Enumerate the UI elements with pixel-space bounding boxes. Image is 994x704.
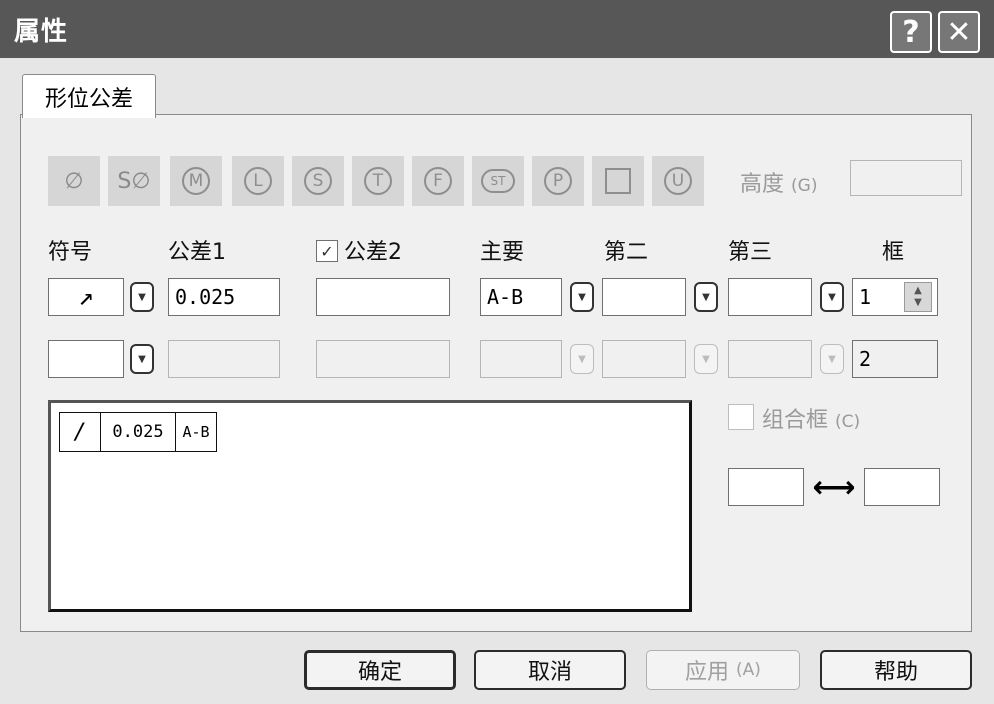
preview-tolerance-cell: 0.025 xyxy=(100,412,176,452)
row1-tolerance1-input[interactable]: 0.025 xyxy=(168,278,280,316)
checkmark-icon: ✓ xyxy=(320,241,334,261)
statistical-icon: ST xyxy=(481,169,515,193)
spherical-diameter-icon: S∅ xyxy=(117,168,151,194)
circle-m-icon: M xyxy=(182,167,210,195)
row2-primary-dropdown[interactable]: ▼ xyxy=(570,344,594,374)
rfs-button[interactable]: S xyxy=(292,156,344,206)
circle-p-icon: P xyxy=(544,167,572,195)
row1-secondary-input[interactable] xyxy=(602,278,686,316)
circle-u-icon: U xyxy=(664,167,692,195)
chevron-down-icon: ▼ xyxy=(578,291,586,303)
chevron-down-icon: ▼ xyxy=(138,353,146,365)
secondary-header: 第二 xyxy=(604,240,649,265)
lmc-button[interactable]: L xyxy=(232,156,284,206)
circle-l-icon: L xyxy=(244,167,272,195)
projected-zone-button[interactable]: P xyxy=(532,156,584,206)
tab-geometric-tolerance[interactable]: 形位公差 xyxy=(22,74,156,118)
row2-frame-value[interactable]: 2 xyxy=(852,340,938,378)
row1-tolerance2-input[interactable] xyxy=(316,278,450,316)
row1-symbol-dropdown[interactable]: ▼ xyxy=(130,282,154,312)
tertiary-header: 第三 xyxy=(728,240,773,265)
diameter-symbol-button[interactable]: ∅ xyxy=(48,156,100,206)
chevron-down-icon: ▼ xyxy=(702,353,710,365)
ok-button[interactable]: 确定 xyxy=(304,650,456,690)
row2-secondary-input[interactable] xyxy=(602,340,686,378)
symbol-header: 符号 xyxy=(48,240,93,265)
preview-pane: / 0.025 A-B xyxy=(48,400,692,612)
chevron-down-icon: ▼ xyxy=(578,353,586,365)
row2-tolerance2-input[interactable] xyxy=(316,340,450,378)
title-bar xyxy=(0,0,994,58)
row2-symbol-dropdown[interactable]: ▼ xyxy=(130,344,154,374)
unequal-button[interactable]: U xyxy=(652,156,704,206)
combine-frame-checkbox[interactable] xyxy=(728,404,754,430)
height-input[interactable] xyxy=(850,160,962,196)
row2-primary-input[interactable] xyxy=(480,340,562,378)
diameter-icon: ∅ xyxy=(64,168,84,194)
mmc-button[interactable]: M xyxy=(170,156,222,206)
row2-symbol-swatch[interactable] xyxy=(48,340,124,378)
row1-frame-value: 1 xyxy=(859,285,872,309)
tolerance2-checkbox[interactable]: ✓ xyxy=(316,240,338,262)
frame-header: 框 xyxy=(882,240,905,265)
square-button[interactable] xyxy=(592,156,644,206)
spacing-left-input[interactable] xyxy=(728,468,804,506)
circle-f-icon: F xyxy=(424,167,452,195)
spinner-arrows-icon[interactable]: ▲ ▼ xyxy=(904,282,932,312)
row2-tertiary-dropdown[interactable]: ▼ xyxy=(820,344,844,374)
primary-header: 主要 xyxy=(480,240,525,265)
help-icon[interactable]: ? xyxy=(890,11,932,53)
row1-secondary-dropdown[interactable]: ▼ xyxy=(694,282,718,312)
double-arrow-icon: ⟷ xyxy=(812,469,856,505)
row1-symbol-swatch[interactable]: ↗ xyxy=(48,278,124,316)
help-button[interactable]: 帮助 xyxy=(820,650,972,690)
preview-symbol-cell: / xyxy=(59,412,101,452)
chevron-down-icon: ▼ xyxy=(702,291,710,303)
square-icon xyxy=(605,168,631,194)
free-state-button[interactable]: F xyxy=(412,156,464,206)
window-title: 属性 xyxy=(14,17,69,47)
apply-button[interactable]: 应用 (A) xyxy=(646,650,800,690)
spherical-diameter-button[interactable]: S∅ xyxy=(108,156,160,206)
row2-tolerance1-input[interactable] xyxy=(168,340,280,378)
statistical-button[interactable]: ST xyxy=(472,156,524,206)
row1-primary-input[interactable]: A-B xyxy=(480,278,562,316)
cancel-button[interactable]: 取消 xyxy=(474,650,626,690)
chevron-down-icon: ▼ xyxy=(828,353,836,365)
row2-tertiary-input[interactable] xyxy=(728,340,812,378)
row1-primary-dropdown[interactable]: ▼ xyxy=(570,282,594,312)
preview-datum-cell: A-B xyxy=(175,412,217,452)
close-icon[interactable]: ✕ xyxy=(938,11,980,53)
spacing-right-input[interactable] xyxy=(864,468,940,506)
combine-frame-label: 组合框 (C) xyxy=(762,408,861,433)
circle-s-icon: S xyxy=(304,167,332,195)
tolerance2-header: 公差2 xyxy=(344,240,402,265)
row2-secondary-dropdown[interactable]: ▼ xyxy=(694,344,718,374)
chevron-down-icon: ▼ xyxy=(828,291,836,303)
height-label: 高度 (G) xyxy=(740,172,818,197)
properties-dialog: 属性 ? ✕ 形位公差 ∅ S∅ M L S T F ST P U 高度 (G)… xyxy=(0,0,994,704)
tolerance1-header: 公差1 xyxy=(168,240,226,265)
row1-tertiary-input[interactable] xyxy=(728,278,812,316)
circle-t-icon: T xyxy=(364,167,392,195)
row1-tertiary-dropdown[interactable]: ▼ xyxy=(820,282,844,312)
chevron-down-icon: ▼ xyxy=(138,291,146,303)
tangent-plane-button[interactable]: T xyxy=(352,156,404,206)
